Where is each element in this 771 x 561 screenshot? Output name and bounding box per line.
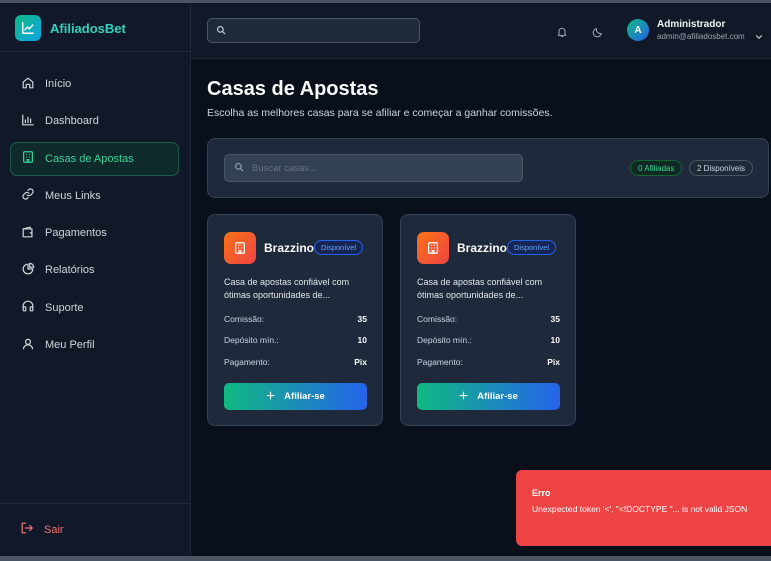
window-bottom-edge [0,556,771,561]
user-name: Administrador [657,19,726,30]
logout-icon [20,521,34,538]
search-icon [234,159,244,177]
bar-chart-icon [21,113,35,130]
status-badge: Disponível [507,240,557,255]
toast-message: Unexpected token '<', "<!DOCTYPE "... is… [532,504,748,514]
payment-label: Pagamento: [224,357,270,367]
home-icon [21,76,35,93]
user-icon [21,337,35,354]
sidebar-item-label: Meus Links [45,189,101,202]
sidebar-item-meus-links[interactable]: Meus Links [10,179,179,213]
affiliate-button-label: Afiliar-se [284,391,325,402]
deposit-row: Depósito mín.: 10 [417,335,560,345]
moon-icon[interactable] [592,25,604,38]
sidebar-item-label: Início [45,78,72,90]
search-icon [216,22,226,40]
house-search[interactable] [224,154,523,182]
house-name: Brazzino [264,241,315,255]
link-icon [21,187,35,204]
house-description: Casa de apostas confiável com ótimas opo… [224,277,350,300]
chevron-down-icon[interactable] [754,29,764,39]
sidebar-item-label: Dashboard [45,115,99,128]
available-count-badge: 2 Disponíveis [689,160,754,176]
building-icon [417,232,449,264]
filter-panel: 0 Afiliadas 2 Disponíveis [207,138,769,198]
affiliated-count-badge: 0 Afiliadas [630,160,683,176]
deposit-value: 10 [550,335,560,345]
commission-label: Comissão: [417,314,458,324]
sidebar-item-casas-de-apostas[interactable]: Casas de Apostas [10,141,179,176]
trending-chart-icon [15,15,41,41]
wallet-icon [21,225,35,242]
betting-house-card: Brazzino Disponível Casa de apostas conf… [207,214,383,426]
sidebar-item-pagamentos[interactable]: Pagamentos [10,216,179,250]
plus-icon [459,391,468,403]
sidebar-item-label: Relatórios [45,264,95,277]
payment-label: Pagamento: [417,357,463,367]
logout-button[interactable]: Sair [20,521,64,538]
house-description: Casa de apostas confiável com ótimas opo… [417,277,543,300]
sidebar-divider [0,51,190,52]
sidebar: AfiliadosBet Início Dashboard Casas de A… [0,3,191,556]
payment-row: Pagamento: Pix [224,357,367,367]
building-icon [21,150,35,167]
sidebar-item-label: Meu Perfil [45,339,95,352]
commission-value: 35 [550,314,560,324]
avatar: A [627,19,649,41]
sidebar-item-suporte[interactable]: Suporte [10,291,179,325]
user-email: admin@afiliadosbet.com [657,32,745,41]
plus-icon [266,391,275,403]
payment-value: Pix [547,357,560,367]
user-info: Administrador admin@afiliadosbet.com [657,19,745,41]
sidebar-item-dashboard[interactable]: Dashboard [10,104,179,138]
affiliate-button-label: Afiliar-se [477,391,518,402]
affiliate-button[interactable]: Afiliar-se [417,383,560,410]
user-menu[interactable]: A Administrador admin@afiliadosbet.com [627,19,745,41]
toast-title: Erro [532,488,551,498]
sidebar-nav: Início Dashboard Casas de Apostas Meus L… [10,67,179,365]
sidebar-item-label: Suporte [45,301,84,314]
betting-house-list: Brazzino Disponível Casa de apostas conf… [207,214,576,426]
error-toast[interactable]: Erro Unexpected token '<', "<!DOCTYPE ".… [516,470,771,546]
headphones-icon [21,299,35,316]
house-name: Brazzino [457,241,508,255]
commission-row: Comissão: 35 [224,314,367,324]
sidebar-divider [0,503,190,504]
deposit-label: Depósito mín.: [224,335,279,345]
brand-name: AfiliadosBet [50,20,126,36]
sidebar-item-meu-perfil[interactable]: Meu Perfil [10,328,179,362]
betting-house-card: Brazzino Disponível Casa de apostas conf… [400,214,576,426]
status-badge: Disponível [314,240,364,255]
deposit-value: 10 [357,335,367,345]
logout-label: Sair [44,523,64,536]
payment-value: Pix [354,357,367,367]
brand[interactable]: AfiliadosBet [15,15,126,41]
sidebar-item-label: Casas de Apostas [45,152,134,165]
house-search-input[interactable] [252,162,512,174]
commission-value: 35 [357,314,367,324]
sidebar-item-relatorios[interactable]: Relatórios [10,253,179,287]
page-subtitle: Escolha as melhores casas para se afilia… [207,107,553,119]
deposit-row: Depósito mín.: 10 [224,335,367,345]
payment-row: Pagamento: Pix [417,357,560,367]
pie-chart-icon [21,262,35,279]
bell-icon[interactable] [556,25,568,38]
commission-label: Comissão: [224,314,265,324]
app-window: AfiliadosBet Início Dashboard Casas de A… [0,0,771,561]
deposit-label: Depósito mín.: [417,335,472,345]
top-header: A Administrador admin@afiliadosbet.com [191,3,771,59]
sidebar-item-label: Pagamentos [45,227,107,240]
affiliate-button[interactable]: Afiliar-se [224,383,367,410]
header-search[interactable] [207,18,420,43]
sidebar-item-inicio[interactable]: Início [10,67,179,101]
header-search-input[interactable] [232,25,412,36]
building-icon [224,232,256,264]
page-title: Casas de Apostas [207,78,379,100]
commission-row: Comissão: 35 [417,314,560,324]
